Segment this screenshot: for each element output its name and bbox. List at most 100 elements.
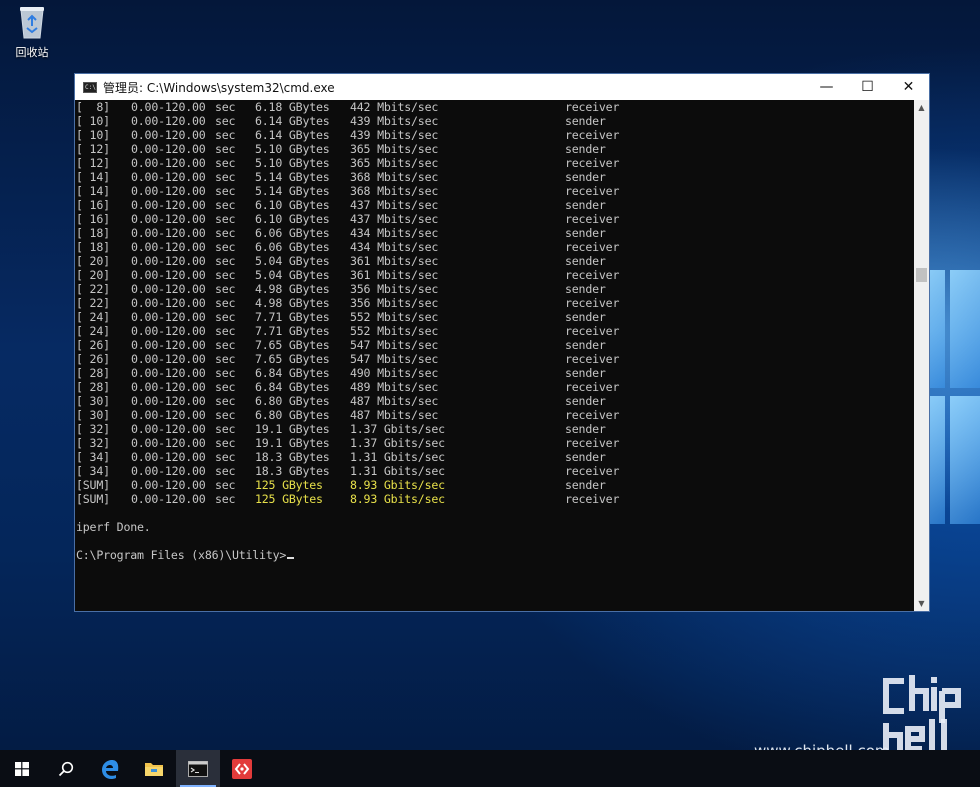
title-bar[interactable]: C:\ 管理员: C:\Windows\system32\cmd.exe — ☐… [75,74,929,100]
maximize-button[interactable]: ☐ [847,74,888,100]
interval-unit: sec [215,100,236,114]
stream-id: [ 16] [76,198,110,212]
interval-unit: sec [215,380,236,394]
console-line: [ 16] 0.00-120.00 sec 6.10 GBytes 437 Mbits/… [75,198,915,212]
role: sender [565,114,606,128]
transfer: 7.71 GBytes [255,310,330,324]
interval-unit: sec [215,226,236,240]
stream-id: [ 20] [76,254,110,268]
interval-unit: sec [215,114,236,128]
interval: 0.00-120.00 [131,254,206,268]
bandwidth: 1.31 Gbits/sec [350,464,445,478]
stream-id: [ 18] [76,226,110,240]
bandwidth: 490 Mbits/sec [350,366,439,380]
interval: 0.00-120.00 [131,128,206,142]
transfer: 6.80 GBytes [255,408,330,422]
stream-id: [ 26] [76,352,110,366]
stream-id: [ 24] [76,310,110,324]
interval: 0.00-120.00 [131,184,206,198]
interval-unit: sec [215,422,236,436]
console-line: [ 26] 0.00-120.00 sec 7.65 GBytes 547 Mbits/… [75,352,915,366]
role: receiver [565,268,620,282]
bandwidth: 439 Mbits/sec [350,114,439,128]
recycle-bin-desktop-icon[interactable]: 回收站 [6,4,58,60]
stream-id: [ 18] [76,240,110,254]
interval: 0.00-120.00 [131,324,206,338]
console-line: [ 8] 0.00-120.00 sec 6.18 GBytes 442 Mbits/s… [75,100,915,114]
transfer: 6.06 GBytes [255,226,330,240]
bandwidth: 434 Mbits/sec [350,240,439,254]
interval-unit: sec [215,352,236,366]
start-button[interactable] [0,750,44,787]
file-explorer-taskbar-button[interactable] [132,750,176,787]
transfer: 6.14 GBytes [255,114,330,128]
bandwidth: 365 Mbits/sec [350,142,439,156]
close-button[interactable]: ✕ [888,74,929,100]
interval-unit: sec [215,254,236,268]
transfer: 125 GBytes [255,478,323,492]
console-line: [ 22] 0.00-120.00 sec 4.98 GBytes 356 Mbits/… [75,282,915,296]
scrollbar-thumb[interactable] [916,268,927,282]
app-taskbar-button[interactable] [220,750,264,787]
role: sender [565,338,606,352]
edge-taskbar-button[interactable] [88,750,132,787]
cmd-taskbar-button[interactable] [176,750,220,787]
interval: 0.00-120.00 [131,394,206,408]
stream-id: [ 8] [76,100,110,114]
taskbar [0,750,980,787]
bandwidth: 8.93 Gbits/sec [350,478,445,492]
minimize-button[interactable]: — [806,74,847,100]
scroll-up-arrow-icon[interactable]: ▲ [914,100,929,115]
cmd-window[interactable]: C:\ 管理员: C:\Windows\system32\cmd.exe — ☐… [74,73,930,612]
transfer: 5.10 GBytes [255,142,330,156]
bandwidth: 437 Mbits/sec [350,212,439,226]
interval: 0.00-120.00 [131,366,206,380]
stream-id: [ 26] [76,338,110,352]
interval: 0.00-120.00 [131,492,206,506]
role: receiver [565,240,620,254]
interval: 0.00-120.00 [131,240,206,254]
command-prompt[interactable]: C:\Program Files (x86)\Utility> [75,548,915,562]
transfer: 6.06 GBytes [255,240,330,254]
file-explorer-icon [145,762,163,776]
console-line: [ 26] 0.00-120.00 sec 7.65 GBytes 547 Mbits/… [75,338,915,352]
interval-unit: sec [215,366,236,380]
recycle-bin-label: 回收站 [15,46,49,59]
bandwidth: 356 Mbits/sec [350,282,439,296]
stream-id: [ 30] [76,408,110,422]
interval-unit: sec [215,478,236,492]
transfer: 6.18 GBytes [255,100,330,114]
console-output[interactable]: [ 8] 0.00-120.00 sec 6.18 GBytes 442 Mbits/s… [75,100,915,611]
stream-id: [ 16] [76,212,110,226]
stream-id: [ 30] [76,394,110,408]
console-line: [ 24] 0.00-120.00 sec 7.71 GBytes 552 Mbits/… [75,324,915,338]
console-line: [ 18] 0.00-120.00 sec 6.06 GBytes 434 Mbits/… [75,240,915,254]
interval: 0.00-120.00 [131,100,206,114]
interval: 0.00-120.00 [131,464,206,478]
window-title: 管理员: C:\Windows\system32\cmd.exe [103,80,335,95]
console-line: [ 34] 0.00-120.00 sec 18.3 GBytes 1.31 Gbits… [75,464,915,478]
interval-unit: sec [215,142,236,156]
vertical-scrollbar[interactable]: ▲ ▼ [914,100,929,611]
search-button[interactable] [44,750,88,787]
bandwidth: 487 Mbits/sec [350,408,439,422]
role: receiver [565,128,620,142]
bandwidth: 552 Mbits/sec [350,310,439,324]
interval-unit: sec [215,268,236,282]
interval: 0.00-120.00 [131,142,206,156]
console-line: [ 10] 0.00-120.00 sec 6.14 GBytes 439 Mbits/… [75,128,915,142]
bandwidth: 547 Mbits/sec [350,338,439,352]
interval: 0.00-120.00 [131,310,206,324]
recycle-bin-icon [17,4,47,40]
role: receiver [565,100,620,114]
interval: 0.00-120.00 [131,268,206,282]
console-line: [ 14] 0.00-120.00 sec 5.14 GBytes 368 Mbits/… [75,170,915,184]
transfer: 4.98 GBytes [255,282,330,296]
stream-id: [ 32] [76,422,110,436]
scroll-down-arrow-icon[interactable]: ▼ [914,596,929,611]
transfer: 7.71 GBytes [255,324,330,338]
stream-id: [ 34] [76,464,110,478]
interval: 0.00-120.00 [131,198,206,212]
windows-logo-wallpaper [925,270,980,530]
bandwidth: 1.31 Gbits/sec [350,450,445,464]
